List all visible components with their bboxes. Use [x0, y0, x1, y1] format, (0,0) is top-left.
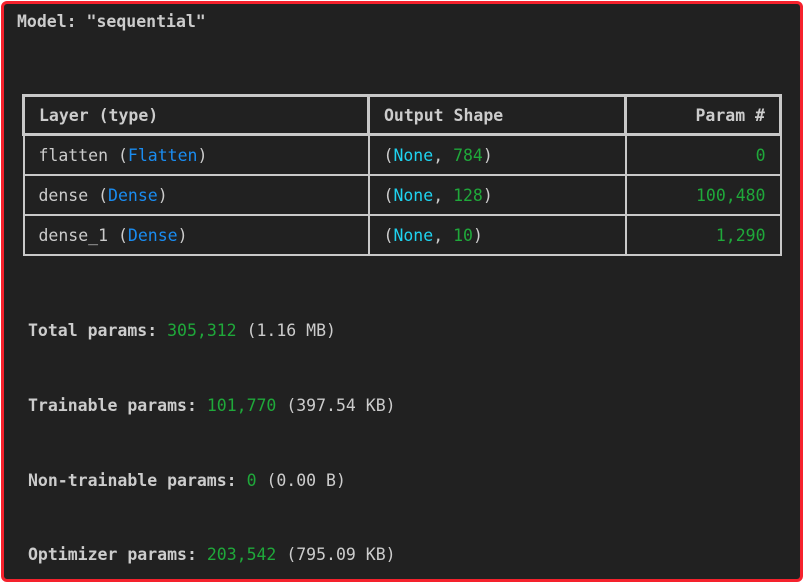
header-param-count: Param # — [624, 94, 782, 136]
shape-cell: (None, 784) — [367, 133, 627, 176]
layer-type: Dense — [127, 225, 178, 245]
model-title: Model: "sequential" — [17, 12, 206, 31]
shape-none: None — [393, 185, 434, 205]
shape-dim: 128 — [453, 185, 483, 205]
table-row: dense_1 (Dense) (None, 10) 1,290 — [22, 214, 782, 256]
layer-name: flatten — [38, 145, 109, 165]
layer-name: dense_1 — [38, 225, 109, 245]
table-row: flatten (Flatten) (None, 784) 0 — [22, 133, 782, 176]
header-output-shape: Output Shape — [367, 94, 627, 136]
layer-cell: dense (Dense) — [22, 174, 370, 216]
non-trainable-params: Non-trainable params: 0 (0.00 B) — [28, 471, 346, 490]
layer-cell: dense_1 (Dense) — [22, 214, 370, 256]
summary-label: Non-trainable params: — [28, 471, 237, 490]
layer-name: dense — [38, 185, 89, 205]
summary-size: (1.16 MB) — [246, 321, 336, 340]
summary-label: Trainable params: — [28, 396, 197, 415]
summary-size: (795.09 KB) — [286, 545, 396, 564]
layer-table: Layer (type) Output Shape Param # flatte… — [22, 94, 782, 256]
layer-type: Dense — [108, 185, 158, 205]
summary-value: 305,312 — [167, 321, 237, 340]
table-header: Layer (type) Output Shape Param # — [22, 94, 782, 136]
optimizer-params: Optimizer params: 203,542 (795.09 KB) — [28, 545, 396, 564]
param-count: 0 — [624, 133, 782, 176]
summary-size: (397.54 KB) — [286, 396, 396, 415]
shape-none: None — [393, 225, 434, 245]
shape-cell: (None, 128) — [367, 174, 627, 216]
table-row: dense (Dense) (None, 128) 100,480 — [22, 174, 782, 216]
summary-value: 203,542 — [206, 545, 277, 564]
output-frame: Model: "sequential" Layer (type) Output … — [1, 1, 803, 582]
total-params: Total params: 305,312 (1.16 MB) — [28, 321, 336, 340]
layer-cell: flatten (Flatten) — [22, 133, 370, 176]
trainable-params: Trainable params: 101,770 (397.54 KB) — [28, 396, 396, 415]
param-count: 1,290 — [624, 214, 782, 256]
shape-dim: 10 — [453, 225, 473, 245]
shape-dim: 784 — [453, 145, 483, 165]
header-layer: Layer (type) — [22, 94, 370, 136]
summary-value: 0 — [246, 471, 257, 490]
summary-label: Total params: — [28, 321, 158, 340]
shape-none: None — [393, 145, 434, 165]
summary-size: (0.00 B) — [266, 471, 346, 490]
param-count: 100,480 — [624, 174, 782, 216]
summary-value: 101,770 — [206, 396, 277, 415]
shape-cell: (None, 10) — [367, 214, 627, 256]
layer-type: Flatten — [127, 145, 198, 165]
summary-label: Optimizer params: — [28, 545, 197, 564]
